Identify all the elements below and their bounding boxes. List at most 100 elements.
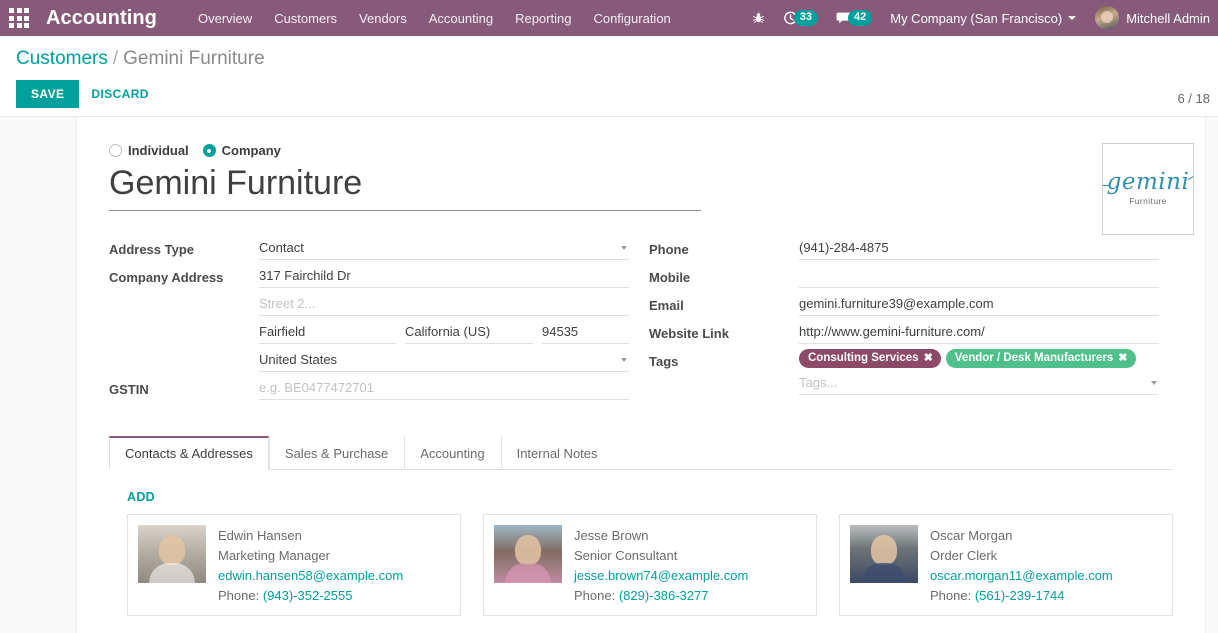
field-street: Company Address: [109, 265, 629, 292]
add-contact-button[interactable]: ADD: [127, 490, 155, 504]
avatar: [1095, 6, 1120, 30]
contact-email[interactable]: oscar.morgan11@example.com: [930, 566, 1113, 585]
contact-role: Senior Consultant: [574, 548, 678, 563]
radio-individual-circle[interactable]: [109, 144, 122, 157]
apps-grid-glyph: [9, 8, 29, 28]
gstin-input[interactable]: [259, 377, 629, 400]
partner-name-input[interactable]: [109, 162, 701, 211]
activity-count-badge: 33: [793, 10, 818, 26]
form-sheet: gemini Furniture Individual Company Addr…: [76, 117, 1206, 633]
address-type-select[interactable]: [259, 237, 629, 260]
zip-input[interactable]: [542, 321, 629, 344]
breadcrumb-separator: /: [112, 48, 119, 69]
user-menu[interactable]: Mitchell Admin: [1085, 6, 1216, 30]
navbar-right-tools: 33 42 My Company (San Francisco) Mitchel…: [743, 0, 1218, 36]
top-navbar: Accounting Overview Customers Vendors Ac…: [0, 0, 1218, 36]
save-button[interactable]: SAVE: [16, 80, 80, 108]
tag-remove-icon[interactable]: ✖: [924, 351, 933, 365]
menu-item-configuration[interactable]: Configuration: [582, 2, 681, 35]
company-logo[interactable]: gemini Furniture: [1102, 143, 1194, 235]
label-spacer-citystatezip: [109, 321, 259, 325]
tag-consulting-services[interactable]: Consulting Services ✖: [799, 349, 941, 368]
radio-individual-label: Individual: [128, 143, 189, 158]
field-phone: Phone: [649, 237, 1159, 264]
partner-type-radio-group: Individual Company: [109, 143, 1173, 158]
radio-option-company[interactable]: Company: [202, 143, 281, 158]
contact-phone-row: Phone: (561)-239-1744: [930, 586, 1113, 605]
website-input[interactable]: [799, 321, 1159, 344]
field-city-state-zip: [109, 321, 629, 348]
menu-item-reporting[interactable]: Reporting: [504, 2, 582, 35]
contact-email[interactable]: edwin.hansen58@example.com: [218, 566, 403, 585]
menu-item-overview[interactable]: Overview: [187, 2, 263, 35]
tab-sales-purchase[interactable]: Sales & Purchase: [268, 436, 404, 470]
tab-panel-contacts-addresses: ADD Edwin Hansen Marketing Manager edwin…: [109, 470, 1173, 616]
form-view-background: gemini Furniture Individual Company Addr…: [0, 117, 1218, 633]
form-column-left: Address Type Company Address: [109, 237, 629, 405]
contact-phone-row: Phone: (943)-352-2555: [218, 586, 403, 605]
apps-grid-icon[interactable]: [0, 0, 38, 36]
breadcrumb-customers[interactable]: Customers: [16, 48, 108, 69]
tag-list: Consulting Services ✖ Vendor / Desk Manu…: [799, 349, 1159, 370]
contact-phone[interactable]: (561)-239-1744: [975, 588, 1065, 603]
logo-sub-text: Furniture: [1129, 196, 1167, 206]
control-panel-actions: SAVE DISCARD: [16, 80, 1202, 108]
contact-role: Order Clerk: [930, 548, 998, 563]
tab-internal-notes[interactable]: Internal Notes: [500, 436, 614, 470]
city-input[interactable]: [259, 321, 396, 344]
contact-name: Jesse Brown: [574, 528, 649, 543]
contact-photo: [494, 525, 562, 583]
user-menu-label: Mitchell Admin: [1126, 10, 1210, 26]
activity-counter[interactable]: 33: [774, 0, 827, 36]
chevron-down-icon: [1068, 16, 1077, 20]
field-email: Email: [649, 293, 1159, 320]
tag-remove-icon[interactable]: ✖: [1118, 351, 1127, 365]
company-switcher[interactable]: My Company (San Francisco): [881, 11, 1085, 26]
label-website: Website Link: [649, 326, 729, 341]
contact-card[interactable]: Oscar Morgan Order Clerk oscar.morgan11@…: [839, 514, 1173, 616]
tag-vendor-desk-manufacturers[interactable]: Vendor / Desk Manufacturers ✖: [945, 349, 1136, 368]
control-panel: Customers / Gemini Furniture SAVE DISCARD …: [0, 36, 1218, 117]
contact-photo: [850, 525, 918, 583]
street-input[interactable]: [259, 265, 629, 288]
field-gstin: GSTIN: [109, 377, 629, 404]
discard-button[interactable]: DISCARD: [79, 80, 160, 108]
tags-input[interactable]: [799, 372, 1159, 395]
tab-contacts-addresses[interactable]: Contacts & Addresses: [109, 436, 269, 470]
contact-card[interactable]: Edwin Hansen Marketing Manager edwin.han…: [127, 514, 461, 616]
notebook-tabs: Contacts & Addresses Sales & Purchase Ac…: [109, 435, 1173, 470]
country-select[interactable]: [259, 349, 629, 372]
contact-phone-prefix: Phone:: [574, 588, 616, 603]
label-mobile: Mobile: [649, 270, 691, 285]
label-tags: Tags: [649, 354, 679, 369]
contact-role: Marketing Manager: [218, 548, 330, 563]
menu-item-customers[interactable]: Customers: [263, 2, 348, 35]
contact-phone[interactable]: (829)-386-3277: [619, 588, 709, 603]
contact-phone[interactable]: (943)-352-2555: [263, 588, 353, 603]
contact-phone-prefix: Phone:: [930, 588, 972, 603]
field-tags: Tags Consulting Services ✖ Vendor / Desk…: [649, 349, 1159, 395]
radio-company-circle[interactable]: [202, 144, 216, 157]
radio-option-individual[interactable]: Individual: [109, 143, 189, 158]
street2-input[interactable]: [259, 293, 629, 316]
mobile-input[interactable]: [799, 265, 1159, 288]
bug-icon[interactable]: [743, 0, 774, 36]
app-brand[interactable]: Accounting: [38, 7, 167, 30]
contact-name: Oscar Morgan: [930, 528, 1013, 543]
menu-item-vendors[interactable]: Vendors: [348, 2, 418, 35]
contact-email[interactable]: jesse.brown74@example.com: [574, 566, 748, 585]
menu-item-accounting[interactable]: Accounting: [418, 2, 504, 35]
form-column-right: Phone Mobile Email: [649, 237, 1159, 405]
messages-counter[interactable]: 42: [827, 0, 881, 36]
tab-accounting[interactable]: Accounting: [404, 436, 500, 470]
record-pager[interactable]: 6 / 18: [1177, 91, 1210, 106]
breadcrumb: Customers / Gemini Furniture: [16, 46, 1202, 72]
contact-card[interactable]: Jesse Brown Senior Consultant jesse.brow…: [483, 514, 817, 616]
tag-label: Vendor / Desk Manufacturers: [954, 352, 1114, 364]
state-select[interactable]: [405, 321, 533, 344]
field-address-type: Address Type: [109, 237, 629, 264]
tag-label: Consulting Services: [808, 352, 919, 364]
email-input[interactable]: [799, 293, 1159, 316]
phone-input[interactable]: [799, 237, 1159, 260]
label-email: Email: [649, 298, 684, 313]
